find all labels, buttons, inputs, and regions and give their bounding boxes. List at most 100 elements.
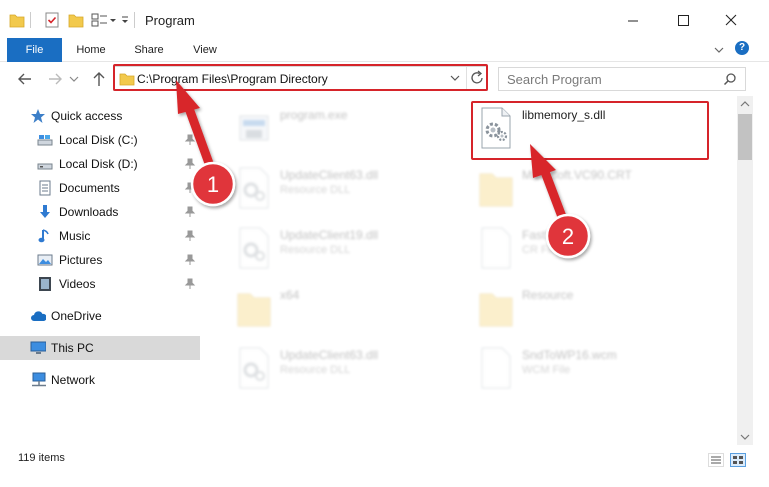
file-name: SndToWP16.wcm — [522, 348, 617, 362]
large-icons-view-button[interactable] — [730, 453, 746, 467]
file-tile[interactable]: Resource — [472, 282, 712, 332]
file-name: libmemory_s.dll — [522, 108, 606, 122]
music-icon — [38, 229, 49, 243]
file-tile[interactable]: program.exe — [230, 102, 470, 152]
file-name: x64 — [280, 288, 300, 302]
tab-view[interactable]: View — [178, 38, 232, 62]
file-list: program.exe libmemory_s.dll UpdateClient… — [202, 96, 737, 445]
file-tile[interactable]: UpdateClient63.dll Resource DLL — [230, 342, 470, 392]
file-tile[interactable]: UpdateClient19.dll Resource DLL — [230, 222, 470, 272]
sidebar-item-label: Local Disk (D:) — [59, 157, 138, 171]
sidebar-item-label: Quick access — [51, 109, 123, 123]
file-type: Resource DLL — [280, 244, 351, 256]
details-view-icon — [711, 456, 721, 464]
file-tile-libmemory[interactable]: libmemory_s.dll — [472, 102, 712, 152]
navigation-pane: Quick access Local Disk (C:) Local Disk … — [0, 100, 202, 445]
ribbon-tabs: File Home Share View — [0, 38, 769, 62]
tab-home[interactable]: Home — [62, 38, 120, 62]
sidebar-item-quick-access[interactable]: Quick access — [0, 104, 200, 128]
sidebar-item-local-disk-d[interactable]: Local Disk (D:) — [0, 152, 200, 176]
search-box[interactable] — [498, 67, 746, 91]
file-name: FastR — [522, 228, 555, 242]
sidebar-item-network[interactable]: Network — [0, 368, 200, 392]
refresh-button[interactable] — [466, 67, 488, 90]
sidebar-item-music[interactable]: Music — [0, 224, 200, 248]
search-input[interactable] — [499, 68, 719, 90]
status-bar: 119 items — [0, 445, 769, 487]
properties-icon[interactable] — [44, 11, 60, 29]
back-arrow-icon[interactable] — [16, 70, 34, 88]
maximize-icon — [678, 15, 689, 26]
file-tile[interactable]: SndToWP16.wcm WCM File — [472, 342, 712, 392]
address-path[interactable]: C:\Program Files\Program Directory — [137, 72, 328, 86]
file-tile[interactable]: x64 — [230, 282, 470, 332]
address-bar[interactable]: C:\Program Files\Program Directory — [113, 66, 488, 91]
close-button[interactable] — [708, 4, 754, 36]
expand-ribbon-icon[interactable] — [712, 43, 726, 57]
cloud-icon — [31, 311, 46, 321]
file-tile[interactable]: UpdateClient63.dll Resource DLL — [230, 162, 470, 212]
sidebar-item-documents[interactable]: Documents — [0, 176, 200, 200]
network-icon — [32, 372, 46, 387]
dll-icon — [481, 107, 511, 149]
recent-locations-icon[interactable] — [68, 70, 86, 88]
drive-icon — [37, 163, 53, 170]
file-icon — [481, 347, 511, 389]
dll-icon — [239, 227, 269, 269]
sidebar-item-label: OneDrive — [51, 309, 102, 323]
pin-icon[interactable] — [184, 182, 196, 194]
scroll-down-icon[interactable] — [737, 429, 753, 445]
view-options-icon[interactable] — [91, 11, 109, 29]
minimize-button[interactable] — [610, 4, 656, 36]
tab-file[interactable]: File — [7, 38, 62, 62]
refresh-icon — [471, 70, 483, 84]
sidebar-item-local-disk-c[interactable]: Local Disk (C:) — [0, 128, 200, 152]
scrollbar-thumb[interactable] — [738, 114, 752, 160]
search-icon[interactable] — [723, 72, 737, 86]
chevron-down-icon[interactable] — [448, 73, 462, 85]
sidebar-item-label: Downloads — [59, 205, 119, 219]
item-count: 119 items — [18, 452, 65, 464]
pin-icon[interactable] — [184, 134, 196, 146]
sidebar-item-label: Network — [51, 373, 96, 387]
dll-icon — [239, 347, 269, 389]
large-icons-view-icon — [733, 456, 743, 464]
new-folder-icon[interactable] — [68, 11, 84, 29]
sidebar-item-label: Videos — [59, 277, 96, 291]
navigation-bar: C:\Program Files\Program Directory — [0, 62, 769, 96]
dropdown-arrow-icon[interactable] — [108, 11, 118, 29]
details-view-button[interactable] — [708, 453, 724, 467]
folder-icon — [479, 173, 513, 207]
vertical-scrollbar[interactable] — [737, 96, 753, 445]
sidebar-item-label: This PC — [51, 341, 94, 355]
sidebar-item-videos[interactable]: Videos — [0, 272, 200, 296]
folder-icon[interactable] — [9, 11, 25, 29]
tab-share[interactable]: Share — [120, 38, 178, 62]
maximize-button[interactable] — [660, 4, 706, 36]
sidebar-item-label: Pictures — [59, 253, 103, 267]
pin-icon[interactable] — [184, 206, 196, 218]
window-title: Program — [145, 13, 195, 28]
pin-icon[interactable] — [184, 254, 196, 266]
sidebar-item-label: Local Disk (C:) — [59, 133, 138, 147]
file-tile[interactable]: FastR CR File — [472, 222, 712, 272]
sidebar-item-downloads[interactable]: Downloads — [0, 200, 200, 224]
sidebar-item-pictures[interactable]: Pictures — [0, 248, 200, 272]
pin-icon[interactable] — [184, 230, 196, 242]
file-name: UpdateClient63.dll — [280, 348, 379, 362]
up-arrow-icon[interactable] — [90, 70, 108, 88]
pictures-icon — [37, 254, 53, 266]
forward-arrow-icon[interactable] — [46, 70, 64, 88]
file-name: program.exe — [280, 108, 348, 122]
sidebar-item-this-pc[interactable]: This PC — [0, 336, 200, 360]
pin-icon[interactable] — [184, 158, 196, 170]
sidebar-item-onedrive[interactable]: OneDrive — [0, 304, 200, 328]
pin-icon[interactable] — [184, 278, 196, 290]
customize-toolbar-icon[interactable] — [120, 11, 130, 29]
close-icon — [725, 14, 737, 26]
help-button[interactable]: ? — [735, 41, 749, 55]
file-type: Resource DLL — [280, 364, 351, 376]
file-tile[interactable]: Microsoft.VC90.CRT — [472, 162, 712, 212]
drive-icon — [37, 135, 53, 146]
scroll-up-icon[interactable] — [737, 96, 753, 112]
